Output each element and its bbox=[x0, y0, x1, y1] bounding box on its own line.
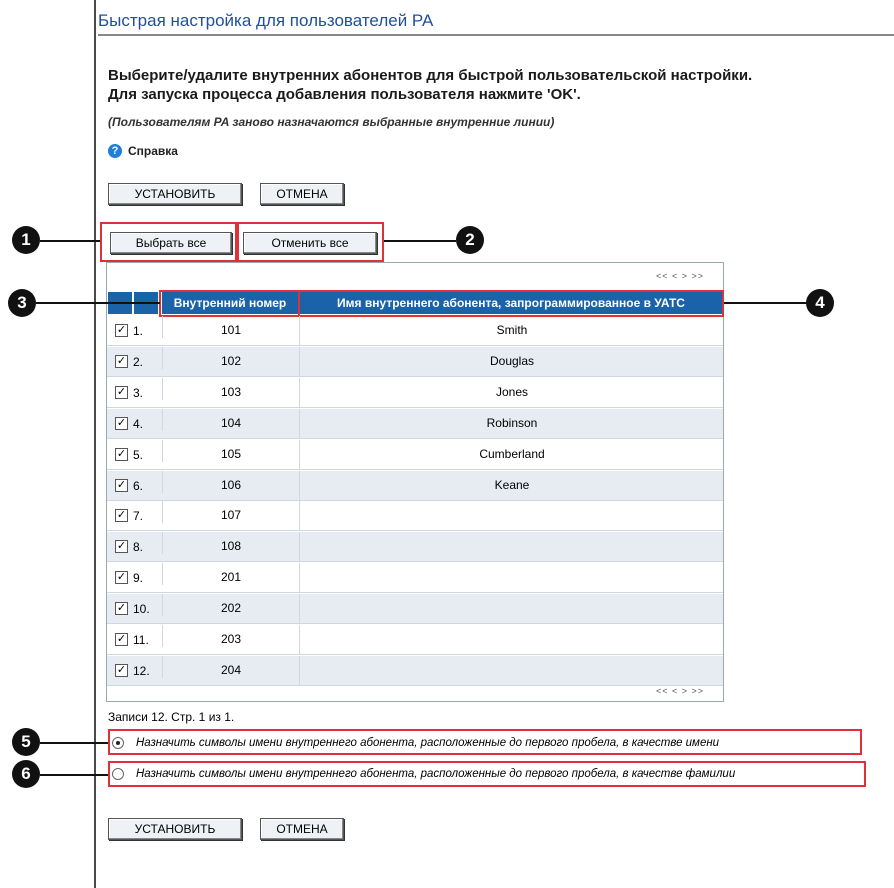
instruction-line-1: Выберите/удалите внутренних абонентов дл… bbox=[108, 67, 753, 84]
table-row: ✓ 6. 106 Keane bbox=[107, 470, 724, 501]
row-extension-number: 102 bbox=[162, 346, 299, 369]
table-row: ✓ 10. 202 bbox=[107, 594, 724, 625]
help-label: Справка bbox=[128, 144, 178, 158]
row-extension-name bbox=[299, 625, 724, 654]
callout-marker-6: 6 bbox=[12, 760, 40, 788]
leader-line-3 bbox=[36, 302, 160, 304]
row-extension-number: 101 bbox=[162, 316, 299, 338]
row-extension-number: 103 bbox=[162, 377, 299, 400]
note-text: (Пользователям PA заново назначаются выб… bbox=[108, 115, 555, 129]
row-extension-name bbox=[299, 532, 724, 562]
help-link[interactable]: ? Справка bbox=[108, 144, 178, 158]
row-index: 11. bbox=[133, 633, 149, 647]
callout-box-2 bbox=[237, 222, 384, 262]
row-extension-number: 202 bbox=[162, 594, 299, 617]
row-index: 1. bbox=[133, 324, 144, 338]
callout-box-5 bbox=[108, 729, 862, 755]
table-row: ✓ 3. 103 Jones bbox=[107, 377, 724, 408]
table-row: ✓ 1. 101 Smith bbox=[107, 316, 723, 346]
pager-bottom[interactable]: << < > >> bbox=[656, 686, 704, 696]
table-row: ✓ 7. 107 bbox=[107, 501, 724, 532]
records-summary: Записи 12. Стр. 1 из 1. bbox=[108, 710, 235, 724]
help-icon: ? bbox=[108, 144, 122, 158]
leader-line-6 bbox=[40, 774, 108, 776]
row-checkbox[interactable]: ✓ bbox=[115, 385, 128, 399]
row-index: 7. bbox=[133, 509, 144, 524]
cancel-button-bottom[interactable]: ОТМЕНА bbox=[260, 818, 344, 840]
row-extension-number: 106 bbox=[162, 470, 299, 493]
row-extension-number: 104 bbox=[162, 408, 299, 431]
cancel-button-top[interactable]: ОТМЕНА bbox=[260, 183, 344, 205]
instruction-line-2: Для запуска процесса добавления пользова… bbox=[108, 86, 581, 103]
pager-top[interactable]: << < > >> bbox=[656, 271, 704, 281]
row-checkbox[interactable]: ✓ bbox=[115, 354, 128, 368]
left-border-line bbox=[94, 0, 96, 888]
row-index: 4. bbox=[133, 416, 144, 431]
row-extension-name: Robinson bbox=[299, 408, 724, 438]
row-extension-name: Keane bbox=[299, 470, 724, 500]
row-index: 2. bbox=[133, 354, 144, 369]
row-checkbox[interactable]: ✓ bbox=[115, 509, 128, 523]
row-checkbox[interactable]: ✓ bbox=[115, 416, 128, 430]
callout-box-6 bbox=[108, 761, 866, 787]
set-button-top[interactable]: УСТАНОВИТЬ bbox=[108, 183, 242, 205]
row-extension-number: 204 bbox=[162, 655, 299, 678]
callout-marker-5: 5 bbox=[12, 728, 40, 756]
row-extension-number: 107 bbox=[162, 501, 299, 524]
row-extension-name bbox=[299, 594, 724, 624]
set-button-bottom[interactable]: УСТАНОВИТЬ bbox=[108, 818, 242, 840]
row-extension-name: Cumberland bbox=[299, 439, 724, 469]
row-index: 3. bbox=[133, 385, 144, 400]
row-extension-number: 108 bbox=[162, 532, 299, 555]
row-checkbox[interactable]: ✓ bbox=[115, 478, 128, 492]
table-row: ✓ 4. 104 Robinson bbox=[107, 408, 724, 439]
row-checkbox[interactable]: ✓ bbox=[115, 602, 128, 616]
row-extension-name bbox=[299, 563, 724, 593]
row-index: 9. bbox=[133, 571, 144, 586]
row-extension-name bbox=[299, 655, 724, 685]
row-checkbox[interactable]: ✓ bbox=[115, 447, 128, 461]
table-row: ✓ 9. 201 bbox=[107, 563, 724, 594]
table-row: ✓ 12. 204 bbox=[107, 655, 724, 686]
row-extension-number: 201 bbox=[162, 563, 299, 586]
row-index: 5. bbox=[133, 447, 144, 462]
row-checkbox[interactable]: ✓ bbox=[115, 571, 128, 585]
table-row: ✓ 5. 105 Cumberland bbox=[107, 439, 724, 470]
row-checkbox[interactable]: ✓ bbox=[115, 663, 128, 677]
table-row: ✓ 11. 203 bbox=[107, 625, 723, 655]
table-row: ✓ 2. 102 Douglas bbox=[107, 346, 724, 377]
row-index: 8. bbox=[133, 540, 144, 555]
table-row: ✓ 8. 108 bbox=[107, 532, 724, 563]
row-extension-name bbox=[299, 501, 724, 531]
row-extension-name: Jones bbox=[299, 377, 724, 407]
row-checkbox[interactable]: ✓ bbox=[115, 540, 128, 554]
leader-line-4 bbox=[724, 302, 810, 304]
row-index: 10. bbox=[133, 602, 150, 617]
row-extension-name: Douglas bbox=[299, 346, 724, 376]
row-extension-name: Smith bbox=[299, 316, 724, 345]
callout-box-4 bbox=[298, 290, 724, 317]
callout-marker-4: 4 bbox=[806, 289, 834, 317]
leader-line-5 bbox=[40, 742, 108, 744]
callout-box-1 bbox=[100, 222, 237, 262]
leader-line-1 bbox=[40, 240, 100, 242]
row-checkbox[interactable]: ✓ bbox=[115, 324, 128, 337]
row-extension-number: 105 bbox=[162, 439, 299, 462]
row-index: 12. bbox=[133, 663, 150, 678]
leader-line-2 bbox=[384, 240, 456, 242]
page-title: Быстрая настройка для пользователей PA bbox=[98, 10, 894, 36]
row-checkbox[interactable]: ✓ bbox=[115, 633, 128, 646]
callout-marker-3: 3 bbox=[8, 289, 36, 317]
callout-marker-2: 2 bbox=[456, 226, 484, 254]
callout-marker-1: 1 bbox=[12, 226, 40, 254]
callout-box-3 bbox=[159, 290, 300, 317]
row-index: 6. bbox=[133, 478, 144, 493]
row-extension-number: 203 bbox=[162, 625, 299, 647]
